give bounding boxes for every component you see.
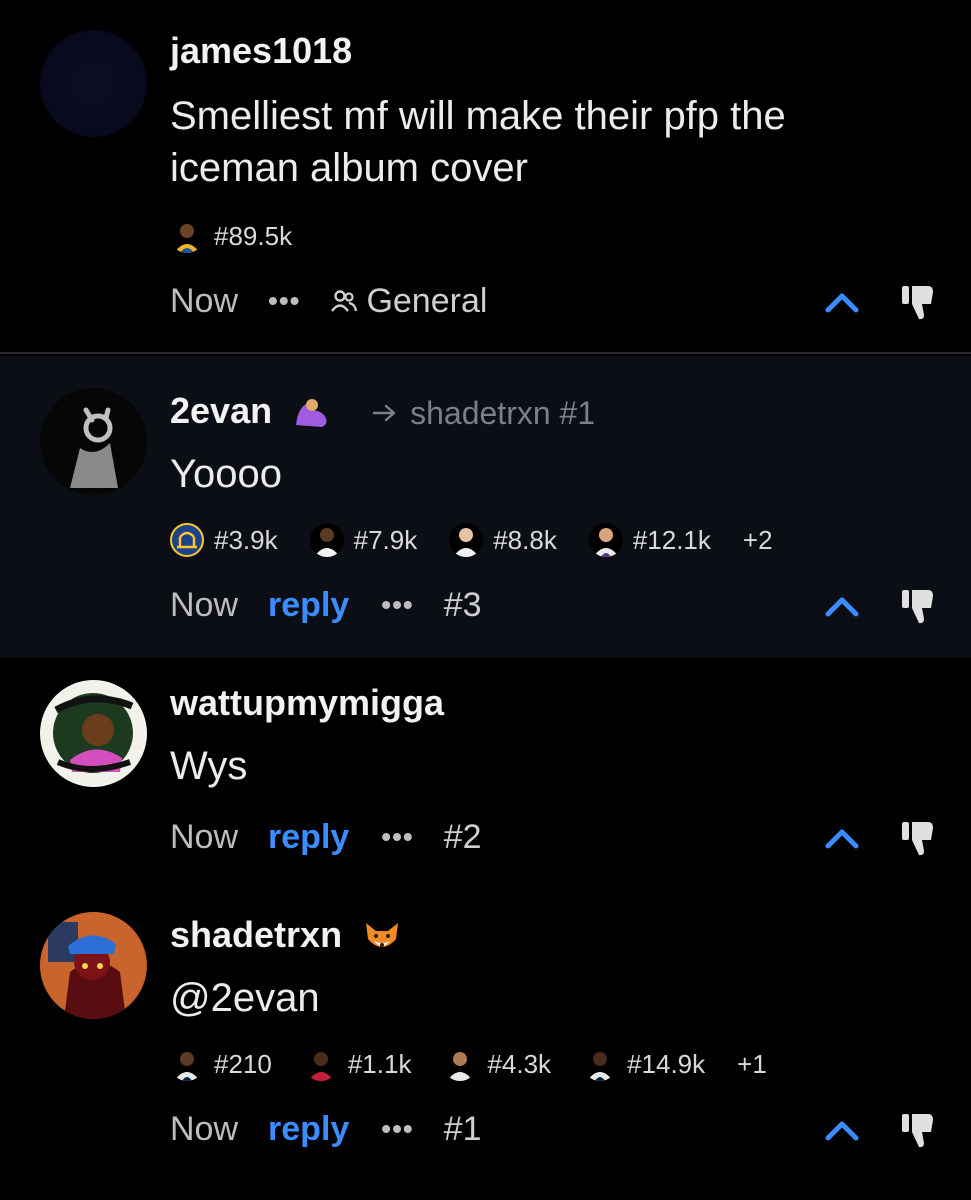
badge-rank: #14.9k <box>627 1048 706 1079</box>
thumbs-down-icon[interactable] <box>900 282 936 322</box>
badge-rank: #1.1k <box>347 1048 412 1079</box>
comment-item: wattupmymigga Wys Now reply ••• #2 <box>0 658 971 900</box>
people-icon <box>331 290 358 312</box>
timestamp: Now <box>170 817 239 856</box>
more-options-button[interactable]: ••• <box>381 589 413 621</box>
group-tag[interactable]: General <box>330 282 487 321</box>
player-avatar-icon <box>309 523 344 557</box>
badge[interactable]: #12.1k <box>588 523 711 557</box>
username[interactable]: wattupmymigga <box>170 682 444 724</box>
timestamp: Now <box>170 1109 239 1148</box>
username[interactable]: james1018 <box>170 30 352 72</box>
comment-text: @2evan <box>170 976 320 1020</box>
comment-text: Yoooo <box>170 452 282 496</box>
more-badges-count[interactable]: +1 <box>737 1049 767 1080</box>
thumbs-down-icon[interactable] <box>900 1110 936 1150</box>
badge-rank: #12.1k <box>632 524 711 555</box>
timestamp: Now <box>170 585 239 624</box>
upvote-icon[interactable] <box>820 280 864 324</box>
badge[interactable]: #4.3k <box>443 1047 551 1081</box>
username[interactable]: 2evan <box>170 390 272 431</box>
badge-rank: #89.5k <box>214 220 293 251</box>
badge-list: #89.5k <box>170 216 324 256</box>
avatar[interactable] <box>40 912 147 1019</box>
arrow-right-icon <box>372 404 396 422</box>
more-options-button[interactable]: ••• <box>268 285 300 317</box>
reply-button[interactable]: reply <box>268 1110 349 1149</box>
more-badges-count[interactable]: +2 <box>743 525 773 556</box>
player-avatar-icon <box>443 1047 478 1081</box>
badge[interactable]: #210 <box>170 1047 272 1081</box>
avatar[interactable] <box>40 30 147 137</box>
player-avatar-icon <box>303 1047 338 1081</box>
badge-rank: #4.3k <box>487 1048 552 1079</box>
comment-actions: Now reply ••• #3 <box>170 580 482 630</box>
upvote-icon[interactable] <box>820 1108 864 1152</box>
player-avatar-icon <box>583 1047 618 1081</box>
comment-actions: Now ••• General <box>170 276 487 326</box>
badge-list: #210 #1.1k #4.3k #14.9k +1 <box>170 1044 767 1084</box>
comment-item: shadetrxn @2evan #210 #1.1k #4.3k #14.9k… <box>0 900 971 1200</box>
reply-button[interactable]: reply <box>268 586 349 625</box>
fox-face-icon <box>366 923 399 948</box>
group-label: General <box>366 281 488 320</box>
more-options-button[interactable]: ••• <box>381 821 413 853</box>
player-avatar-icon <box>588 523 623 557</box>
comment-number: #1 <box>443 1109 482 1148</box>
player-avatar-icon <box>449 523 484 557</box>
badge[interactable]: #8.8k <box>449 523 557 557</box>
reply-button[interactable]: reply <box>268 818 349 857</box>
badge[interactable]: #14.9k <box>583 1047 705 1081</box>
badge-rank: #210 <box>214 1048 272 1079</box>
badge[interactable]: #7.9k <box>309 523 418 557</box>
badge[interactable]: #1.1k <box>303 1047 412 1081</box>
upvote-icon[interactable] <box>820 816 864 860</box>
badge-list: #3.9k #7.9k #8.8k #12.1k +2 <box>170 520 773 560</box>
comment-text: Smelliest mf will make their pfp the ice… <box>170 94 786 190</box>
comment-actions: Now reply ••• #1 <box>170 1104 482 1154</box>
comment-actions: Now reply ••• #2 <box>170 812 482 862</box>
comment-number: #2 <box>443 817 482 856</box>
player-avatar-icon <box>170 1047 204 1081</box>
flexed-arm-icon <box>296 399 327 428</box>
username-row: shadetrxn <box>170 914 402 956</box>
reply-to-indicator[interactable]: shadetrxn #1 <box>372 395 595 432</box>
badge-rank: #3.9k <box>214 524 278 555</box>
upvote-icon[interactable] <box>820 584 864 628</box>
player-avatar-icon <box>170 219 204 253</box>
comment-number: #3 <box>443 585 482 624</box>
warriors-logo-icon <box>170 523 204 557</box>
more-options-button[interactable]: ••• <box>381 1113 413 1145</box>
badge-rank: #8.8k <box>493 524 557 555</box>
comment-item: 2evan shadetrxn #1 Yoooo #3.9k #7.9k #8.… <box>0 356 971 658</box>
timestamp: Now <box>170 281 239 320</box>
avatar[interactable] <box>40 680 147 787</box>
reply-to-label: shadetrxn #1 <box>410 394 596 431</box>
username[interactable]: shadetrxn <box>170 914 342 955</box>
username-row: 2evan shadetrxn #1 <box>170 390 595 432</box>
badge[interactable]: #89.5k <box>170 219 292 253</box>
comment-text: Wys <box>170 744 248 788</box>
thumbs-down-icon[interactable] <box>900 586 936 626</box>
badge[interactable]: #3.9k <box>170 523 278 557</box>
comment-item: james1018 Smelliest mf will make their p… <box>0 0 971 354</box>
thumbs-down-icon[interactable] <box>900 818 936 858</box>
avatar[interactable] <box>40 388 147 495</box>
badge-rank: #7.9k <box>353 524 418 555</box>
